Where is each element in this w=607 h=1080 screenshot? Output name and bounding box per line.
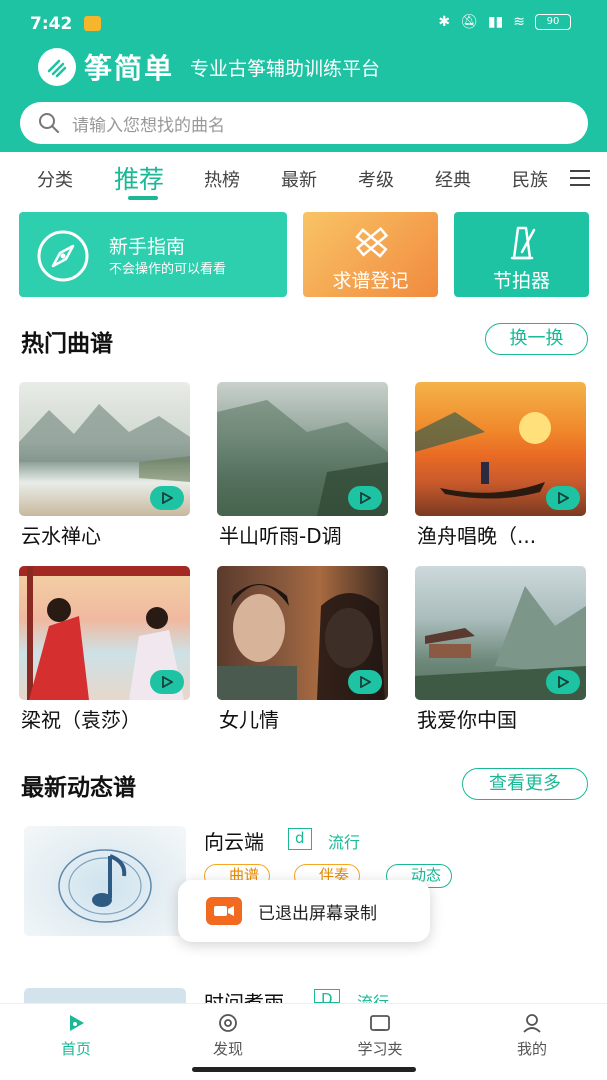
compass-icon <box>37 230 89 282</box>
nav-discover[interactable]: 发现 <box>188 1012 268 1059</box>
style-label: 流行 <box>328 833 361 852</box>
play-icon[interactable] <box>546 486 580 510</box>
wifi-icon: ≋ <box>513 14 525 30</box>
bluetooth-icon: ✱ <box>438 14 451 30</box>
tab-folk[interactable]: 民族 <box>512 166 548 192</box>
tab-newest[interactable]: 最新 <box>281 166 317 192</box>
beginner-guide-button[interactable]: 新手指南 不会操作的可以看看 <box>19 212 287 297</box>
nav-discover-label: 发现 <box>212 1040 243 1058</box>
score-title: 女儿情 <box>219 708 279 732</box>
active-tab-indicator <box>128 196 158 200</box>
play-icon[interactable] <box>150 486 184 510</box>
tab-recommend[interactable]: 推荐 <box>114 160 164 196</box>
play-icon[interactable] <box>348 486 382 510</box>
play-icon[interactable] <box>546 670 580 694</box>
tab-category[interactable]: 分类 <box>37 166 73 192</box>
play-icon[interactable] <box>348 670 382 694</box>
style-label: 流行 <box>357 993 390 1003</box>
tab-classic[interactable]: 经典 <box>435 166 471 192</box>
notification-icon <box>84 16 101 31</box>
search-placeholder: 请输入您想找的曲名 <box>72 115 225 136</box>
key-badge: D <box>314 989 340 1003</box>
hot-section-title: 热门曲谱 <box>21 331 113 357</box>
dynamic-score-title[interactable]: 时间煮雨 <box>204 987 284 1003</box>
metronome-icon <box>510 226 536 260</box>
mute-icon: 🔕︎ <box>460 14 478 30</box>
nav-home[interactable]: 首页 <box>36 1012 116 1059</box>
status-icons: ✱ 🔕︎ ▮▮ ≋ 90 <box>438 14 571 30</box>
view-more-button[interactable]: 查看更多 <box>462 768 588 800</box>
status-bar: 7:42 ✱ 🔕︎ ▮▮ ≋ 90 <box>0 0 607 46</box>
dynamic-score-title[interactable]: 向云端 <box>204 826 264 855</box>
menu-icon[interactable] <box>570 170 590 186</box>
tab-hot[interactable]: 热榜 <box>204 166 240 192</box>
score-title: 我爱你中国 <box>417 708 517 732</box>
tab-exam[interactable]: 考级 <box>358 166 394 192</box>
key-badge: d <box>288 828 312 850</box>
category-tabs: 分类 推荐 热榜 最新 考级 经典 民族 <box>0 152 607 204</box>
video-camera-icon <box>206 897 242 925</box>
profile-icon <box>523 1014 541 1033</box>
metronome-label: 节拍器 <box>492 270 550 292</box>
request-label: 求谱登记 <box>332 270 409 292</box>
home-play-icon <box>70 1015 84 1031</box>
nav-profile[interactable]: 我的 <box>492 1012 572 1059</box>
search-icon <box>39 113 59 133</box>
brand-name: 筝简单 <box>84 52 175 85</box>
signal-icon: ▮▮ <box>487 14 504 30</box>
toast-text: 已退出屏幕录制 <box>258 903 377 924</box>
search-input[interactable]: 请输入您想找的曲名 <box>20 102 588 144</box>
app-header: 7:42 ✱ 🔕︎ ▮▮ ≋ 90 筝简单 专业古筝辅助训练平台 请输入您想找的… <box>0 0 607 152</box>
score-title: 渔舟唱晚（... <box>417 524 537 548</box>
guide-subtitle: 不会操作的可以看看 <box>109 262 227 277</box>
battery-icon: 90 <box>535 14 571 30</box>
music-note-icon <box>58 849 152 923</box>
nav-study-folder[interactable]: 学习夹 <box>340 1012 420 1059</box>
score-request-button[interactable]: 求谱登记 <box>303 212 438 297</box>
pencil-ruler-icon <box>355 226 389 258</box>
metronome-button[interactable]: 节拍器 <box>454 212 589 297</box>
nav-home-label: 首页 <box>60 1040 91 1058</box>
guide-title: 新手指南 <box>109 236 186 258</box>
refresh-button[interactable]: 换一换 <box>485 323 588 355</box>
score-title: 梁祝（袁莎） <box>21 708 141 732</box>
nav-profile-label: 我的 <box>516 1040 547 1058</box>
folder-icon <box>370 1015 390 1031</box>
score-title: 半山听雨-D调 <box>219 524 342 548</box>
brand-slogan: 专业古筝辅助训练平台 <box>190 57 381 80</box>
dynamic-score-thumbnail[interactable] <box>24 826 186 936</box>
home-indicator[interactable] <box>192 1067 416 1072</box>
play-icon[interactable] <box>150 670 184 694</box>
brand: 筝简单 专业古筝辅助训练平台 <box>38 48 380 86</box>
discover-icon <box>219 1014 237 1032</box>
status-time: 7:42 <box>30 14 73 34</box>
latest-section-title: 最新动态谱 <box>21 775 136 801</box>
score-title: 云水禅心 <box>21 524 101 548</box>
screen-record-toast: 已退出屏幕录制 <box>178 880 430 942</box>
nav-study-folder-label: 学习夹 <box>357 1040 403 1058</box>
logo-icon <box>38 48 76 86</box>
